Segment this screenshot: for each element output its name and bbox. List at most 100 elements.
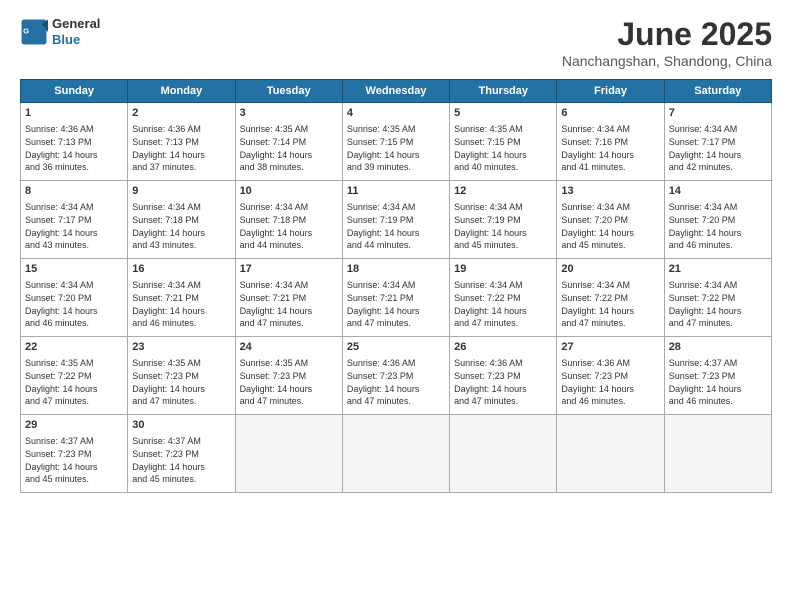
day-info-line: Daylight: 14 hours [25, 461, 123, 474]
day-info-line: and 43 minutes. [25, 239, 123, 252]
col-tuesday: Tuesday [235, 80, 342, 103]
table-row: 21Sunrise: 4:34 AMSunset: 7:22 PMDayligh… [664, 259, 771, 337]
day-info-line: Sunrise: 4:35 AM [347, 123, 445, 136]
day-info-line: and 47 minutes. [454, 317, 552, 330]
day-info-line: and 47 minutes. [240, 395, 338, 408]
day-info-line: Daylight: 14 hours [669, 227, 767, 240]
svg-text:G: G [23, 26, 29, 35]
day-number: 28 [669, 340, 767, 355]
day-info-line: Sunset: 7:23 PM [347, 370, 445, 383]
day-number: 7 [669, 106, 767, 121]
day-info-line: and 41 minutes. [561, 161, 659, 174]
day-info-line: and 47 minutes. [561, 317, 659, 330]
day-info-line: Sunset: 7:21 PM [132, 292, 230, 305]
table-row: 27Sunrise: 4:36 AMSunset: 7:23 PMDayligh… [557, 337, 664, 415]
day-info-line: and 36 minutes. [25, 161, 123, 174]
day-info-line: Daylight: 14 hours [454, 227, 552, 240]
day-info-line: Daylight: 14 hours [132, 383, 230, 396]
day-info-line: Sunrise: 4:36 AM [347, 357, 445, 370]
day-info-line: Sunrise: 4:36 AM [454, 357, 552, 370]
day-number: 24 [240, 340, 338, 355]
day-info-line: Sunset: 7:22 PM [25, 370, 123, 383]
day-number: 10 [240, 184, 338, 199]
logo-line1: General [52, 16, 100, 32]
header: G General Blue June 2025 Nanchangshan, S… [20, 16, 772, 69]
day-number: 6 [561, 106, 659, 121]
day-number: 8 [25, 184, 123, 199]
day-number: 29 [25, 418, 123, 433]
col-saturday: Saturday [664, 80, 771, 103]
day-info-line: Daylight: 14 hours [669, 305, 767, 318]
table-row: 2Sunrise: 4:36 AMSunset: 7:13 PMDaylight… [128, 103, 235, 181]
table-row: 8Sunrise: 4:34 AMSunset: 7:17 PMDaylight… [21, 181, 128, 259]
day-info-line: Daylight: 14 hours [561, 149, 659, 162]
day-info-line: Sunrise: 4:35 AM [454, 123, 552, 136]
day-info-line: Sunset: 7:22 PM [454, 292, 552, 305]
day-info-line: Sunrise: 4:34 AM [240, 279, 338, 292]
day-info-line: Sunrise: 4:34 AM [347, 279, 445, 292]
day-info-line: Daylight: 14 hours [240, 383, 338, 396]
calendar-week-row: 8Sunrise: 4:34 AMSunset: 7:17 PMDaylight… [21, 181, 772, 259]
day-info-line: and 47 minutes. [454, 395, 552, 408]
table-row: 22Sunrise: 4:35 AMSunset: 7:22 PMDayligh… [21, 337, 128, 415]
day-info-line: Sunrise: 4:34 AM [240, 201, 338, 214]
day-info-line: Sunrise: 4:35 AM [240, 357, 338, 370]
table-row: 15Sunrise: 4:34 AMSunset: 7:20 PMDayligh… [21, 259, 128, 337]
day-number: 12 [454, 184, 552, 199]
day-number: 1 [25, 106, 123, 121]
day-info-line: Sunset: 7:15 PM [454, 136, 552, 149]
day-info-line: Daylight: 14 hours [240, 149, 338, 162]
day-info-line: Sunset: 7:23 PM [132, 448, 230, 461]
day-info-line: and 37 minutes. [132, 161, 230, 174]
day-number: 11 [347, 184, 445, 199]
day-info-line: Sunset: 7:13 PM [132, 136, 230, 149]
day-info-line: Sunset: 7:14 PM [240, 136, 338, 149]
day-info-line: Sunset: 7:18 PM [240, 214, 338, 227]
day-info-line: Sunset: 7:16 PM [561, 136, 659, 149]
table-row: 20Sunrise: 4:34 AMSunset: 7:22 PMDayligh… [557, 259, 664, 337]
day-number: 19 [454, 262, 552, 277]
table-row [557, 415, 664, 493]
day-info-line: Sunrise: 4:34 AM [561, 201, 659, 214]
table-row [664, 415, 771, 493]
day-number: 14 [669, 184, 767, 199]
day-info-line: and 46 minutes. [561, 395, 659, 408]
day-info-line: and 44 minutes. [240, 239, 338, 252]
day-info-line: Daylight: 14 hours [347, 149, 445, 162]
day-info-line: Sunrise: 4:34 AM [669, 279, 767, 292]
day-info-line: Sunrise: 4:34 AM [454, 279, 552, 292]
logo-line2: Blue [52, 32, 100, 48]
day-info-line: and 45 minutes. [454, 239, 552, 252]
table-row: 10Sunrise: 4:34 AMSunset: 7:18 PMDayligh… [235, 181, 342, 259]
calendar-week-row: 1Sunrise: 4:36 AMSunset: 7:13 PMDaylight… [21, 103, 772, 181]
day-info-line: Daylight: 14 hours [347, 383, 445, 396]
day-info-line: Daylight: 14 hours [132, 149, 230, 162]
day-number: 5 [454, 106, 552, 121]
table-row: 7Sunrise: 4:34 AMSunset: 7:17 PMDaylight… [664, 103, 771, 181]
day-number: 13 [561, 184, 659, 199]
table-row: 4Sunrise: 4:35 AMSunset: 7:15 PMDaylight… [342, 103, 449, 181]
day-info-line: Sunset: 7:21 PM [240, 292, 338, 305]
day-info-line: Daylight: 14 hours [561, 305, 659, 318]
calendar-title: June 2025 [562, 16, 772, 53]
day-info-line: Sunrise: 4:34 AM [454, 201, 552, 214]
day-info-line: Sunset: 7:20 PM [25, 292, 123, 305]
day-info-line: Daylight: 14 hours [669, 383, 767, 396]
table-row: 18Sunrise: 4:34 AMSunset: 7:21 PMDayligh… [342, 259, 449, 337]
day-number: 9 [132, 184, 230, 199]
day-number: 15 [25, 262, 123, 277]
day-info-line: Sunset: 7:17 PM [669, 136, 767, 149]
day-info-line: Daylight: 14 hours [669, 149, 767, 162]
day-info-line: Daylight: 14 hours [25, 383, 123, 396]
day-info-line: Sunset: 7:13 PM [25, 136, 123, 149]
day-info-line: Daylight: 14 hours [132, 227, 230, 240]
general-blue-logo-icon: G [20, 18, 48, 46]
table-row: 30Sunrise: 4:37 AMSunset: 7:23 PMDayligh… [128, 415, 235, 493]
table-row: 9Sunrise: 4:34 AMSunset: 7:18 PMDaylight… [128, 181, 235, 259]
day-info-line: Sunrise: 4:34 AM [561, 279, 659, 292]
day-info-line: Sunset: 7:23 PM [132, 370, 230, 383]
table-row: 26Sunrise: 4:36 AMSunset: 7:23 PMDayligh… [450, 337, 557, 415]
day-number: 27 [561, 340, 659, 355]
day-number: 17 [240, 262, 338, 277]
day-info-line: and 46 minutes. [25, 317, 123, 330]
